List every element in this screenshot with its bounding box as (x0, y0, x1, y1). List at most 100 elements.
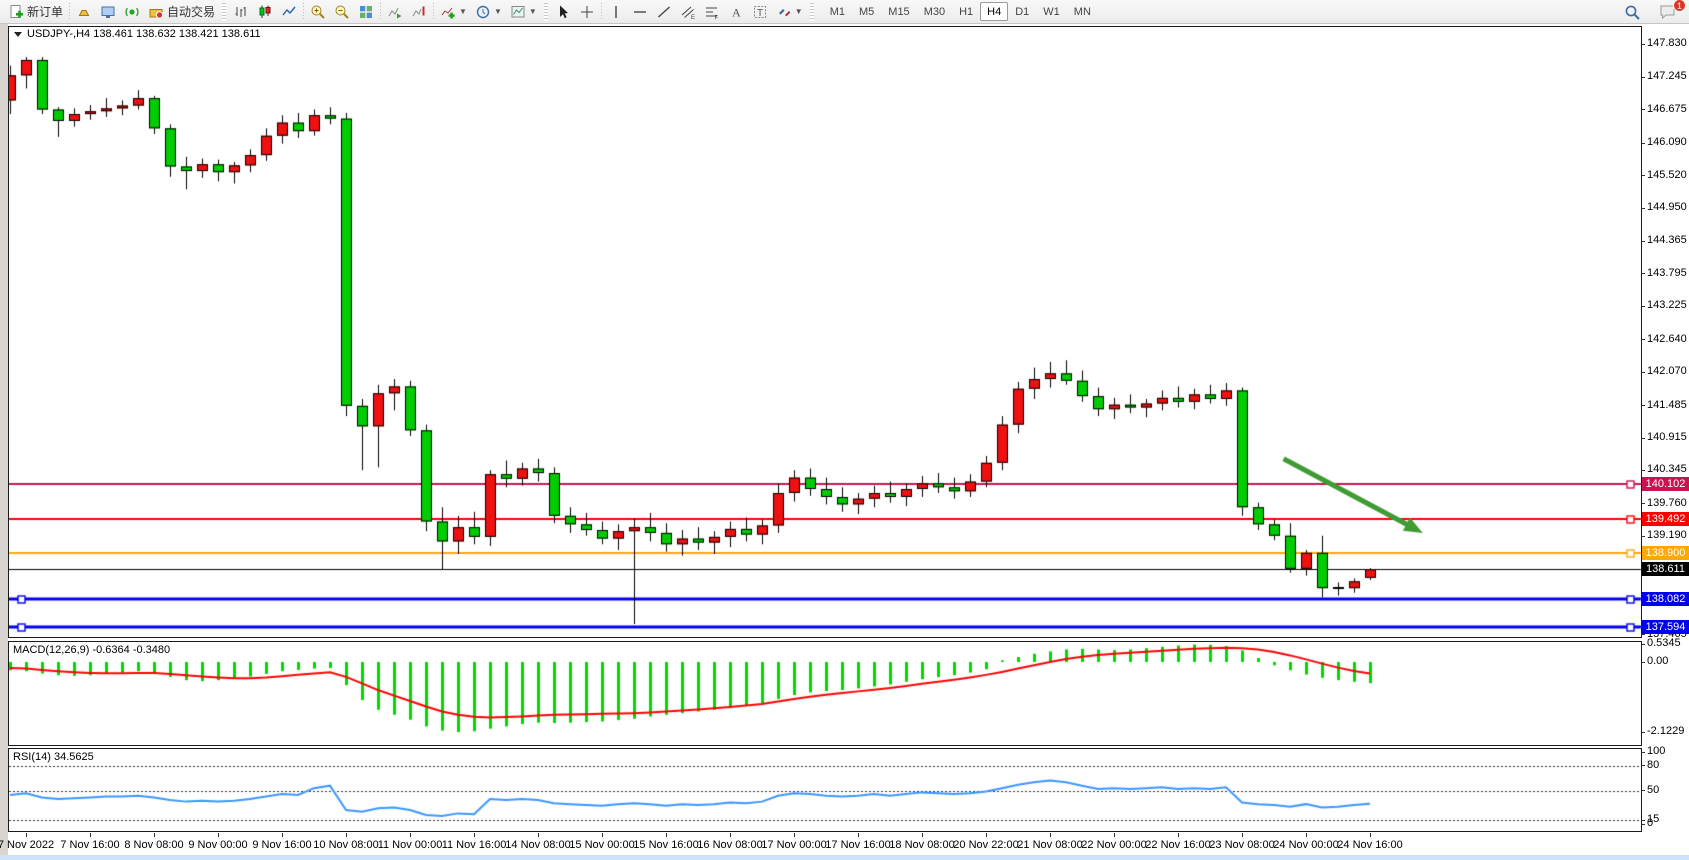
gold-button[interactable] (72, 2, 96, 22)
search-button[interactable] (1620, 2, 1645, 22)
cursor-tool-button[interactable] (551, 2, 575, 22)
chevron-down-icon: ▼ (459, 8, 467, 16)
time-axis-tick (1114, 833, 1115, 837)
price-line-label: 138.611 (1642, 562, 1689, 576)
tile-windows-button[interactable] (354, 2, 378, 22)
new-order-button[interactable]: 新订单 (4, 2, 67, 22)
price-tick-label: 140.915 (1647, 431, 1687, 443)
indicators-icon (440, 4, 456, 20)
timeframe-button-m1[interactable]: M1 (823, 2, 852, 21)
time-axis-tick (282, 833, 283, 837)
rsi-tick-label: 0 (1647, 817, 1653, 829)
price-line-label: 138.900 (1642, 546, 1689, 560)
price-axis-tick (1641, 77, 1645, 78)
time-axis-tick (538, 833, 539, 837)
arrows-tool-button[interactable]: ▼ (772, 2, 807, 22)
main-chart-canvas[interactable] (9, 27, 1642, 638)
timeframe-button-w1[interactable]: W1 (1036, 2, 1067, 21)
vertical-line-tool-button[interactable] (604, 2, 628, 22)
chart-shift-button[interactable] (407, 2, 431, 22)
time-axis-tick (666, 833, 667, 837)
macd-label: MACD(12,26,9) -0.6364 -0.3480 (13, 644, 170, 656)
macd-tick-label: 0.00 (1647, 655, 1668, 667)
line-chart-icon (281, 4, 297, 20)
macd-tick-label: -2.1229 (1647, 725, 1684, 737)
rsi-axis-tick (1641, 752, 1645, 753)
pane-divider-macd[interactable] (8, 638, 1642, 641)
horizontal-line-tool-button[interactable] (628, 2, 652, 22)
horizontal-line-icon (632, 4, 648, 20)
timeframe-toolbar: M1M5M15M30H1H4D1W1MN (823, 2, 1098, 21)
timeframe-button-m5[interactable]: M5 (852, 2, 881, 21)
price-line-label: 139.492 (1642, 512, 1689, 526)
notifications-button[interactable]: 1 (1655, 2, 1681, 22)
candlestick-chart-icon (257, 4, 273, 20)
macd-axis-tick (1641, 732, 1645, 733)
timeframe-button-h4[interactable]: H4 (980, 2, 1008, 21)
time-axis-tick (922, 833, 923, 837)
autotrading-icon (148, 4, 164, 20)
macd-axis-tick (1641, 644, 1645, 645)
zoom-in-button[interactable] (306, 2, 330, 22)
price-axis-tick (1641, 143, 1645, 144)
cursor-icon (555, 4, 571, 20)
chart-menu-icon[interactable] (14, 32, 22, 37)
autotrading-button[interactable]: 自动交易 (144, 2, 219, 22)
price-axis-tick (1641, 536, 1645, 537)
price-tick-label: 143.225 (1647, 299, 1687, 311)
window-bottom-edge (0, 855, 1689, 860)
timeframe-button-m15[interactable]: M15 (881, 2, 916, 21)
periods-button[interactable]: ▼ (471, 2, 506, 22)
text-label-icon: T (752, 4, 768, 20)
text-tool-button[interactable]: A (724, 2, 748, 22)
price-axis-tick (1641, 208, 1645, 209)
timeframe-button-m30[interactable]: M30 (917, 2, 952, 21)
rsi-tick-label: 50 (1647, 784, 1659, 796)
signals-button[interactable] (120, 2, 144, 22)
signal-icon (124, 4, 140, 20)
price-axis-tick (1641, 438, 1645, 439)
time-axis-tick (410, 833, 411, 837)
line-chart-button[interactable] (277, 2, 301, 22)
timeframe-button-d1[interactable]: D1 (1008, 2, 1036, 21)
price-axis-tick (1641, 372, 1645, 373)
templates-button[interactable]: ▼ (506, 2, 541, 22)
price-axis-tick (1641, 405, 1645, 406)
crosshair-tool-button[interactable] (575, 2, 599, 22)
candlestick-chart-button[interactable] (253, 2, 277, 22)
time-axis-tick (154, 833, 155, 837)
zoom-in-icon (310, 4, 326, 20)
indicators-button[interactable]: ▼ (436, 2, 471, 22)
auto-scroll-button[interactable] (383, 2, 407, 22)
pane-divider-rsi[interactable] (8, 746, 1642, 748)
market-watch-button[interactable] (96, 2, 120, 22)
time-axis-tick (1178, 833, 1179, 837)
zoom-out-button[interactable] (330, 2, 354, 22)
bar-chart-icon (233, 4, 249, 20)
price-axis-tick (1641, 273, 1645, 274)
time-axis-tick (602, 833, 603, 837)
price-axis-tick (1641, 241, 1645, 242)
timeframe-button-mn[interactable]: MN (1067, 2, 1098, 21)
price-tick-label: 139.190 (1647, 529, 1687, 541)
svg-text:A: A (732, 5, 741, 19)
price-axis-tick (1641, 44, 1645, 45)
vertical-line-icon (608, 4, 624, 20)
macd-canvas[interactable] (9, 642, 1642, 745)
rsi-canvas[interactable] (9, 749, 1642, 831)
fibonacci-tool-button[interactable]: F (700, 2, 724, 22)
trendline-tool-button[interactable] (652, 2, 676, 22)
price-line-label: 138.082 (1642, 592, 1689, 606)
bar-chart-button[interactable] (229, 2, 253, 22)
template-icon (510, 4, 526, 20)
mt4-window: 新订单 自动交易 ▼ ▼ ▼ E F A T ▼ (0, 0, 1689, 860)
price-tick-label: 146.675 (1647, 103, 1687, 115)
text-label-tool-button[interactable]: T (748, 2, 772, 22)
time-axis-tick (858, 833, 859, 837)
channel-tool-button[interactable]: E (676, 2, 700, 22)
rsi-tick-label: 100 (1647, 745, 1665, 757)
timeframe-button-h1[interactable]: H1 (952, 2, 980, 21)
time-axis-tick (26, 833, 27, 837)
auto-scroll-icon (387, 4, 403, 20)
macd-axis-tick (1641, 662, 1645, 663)
